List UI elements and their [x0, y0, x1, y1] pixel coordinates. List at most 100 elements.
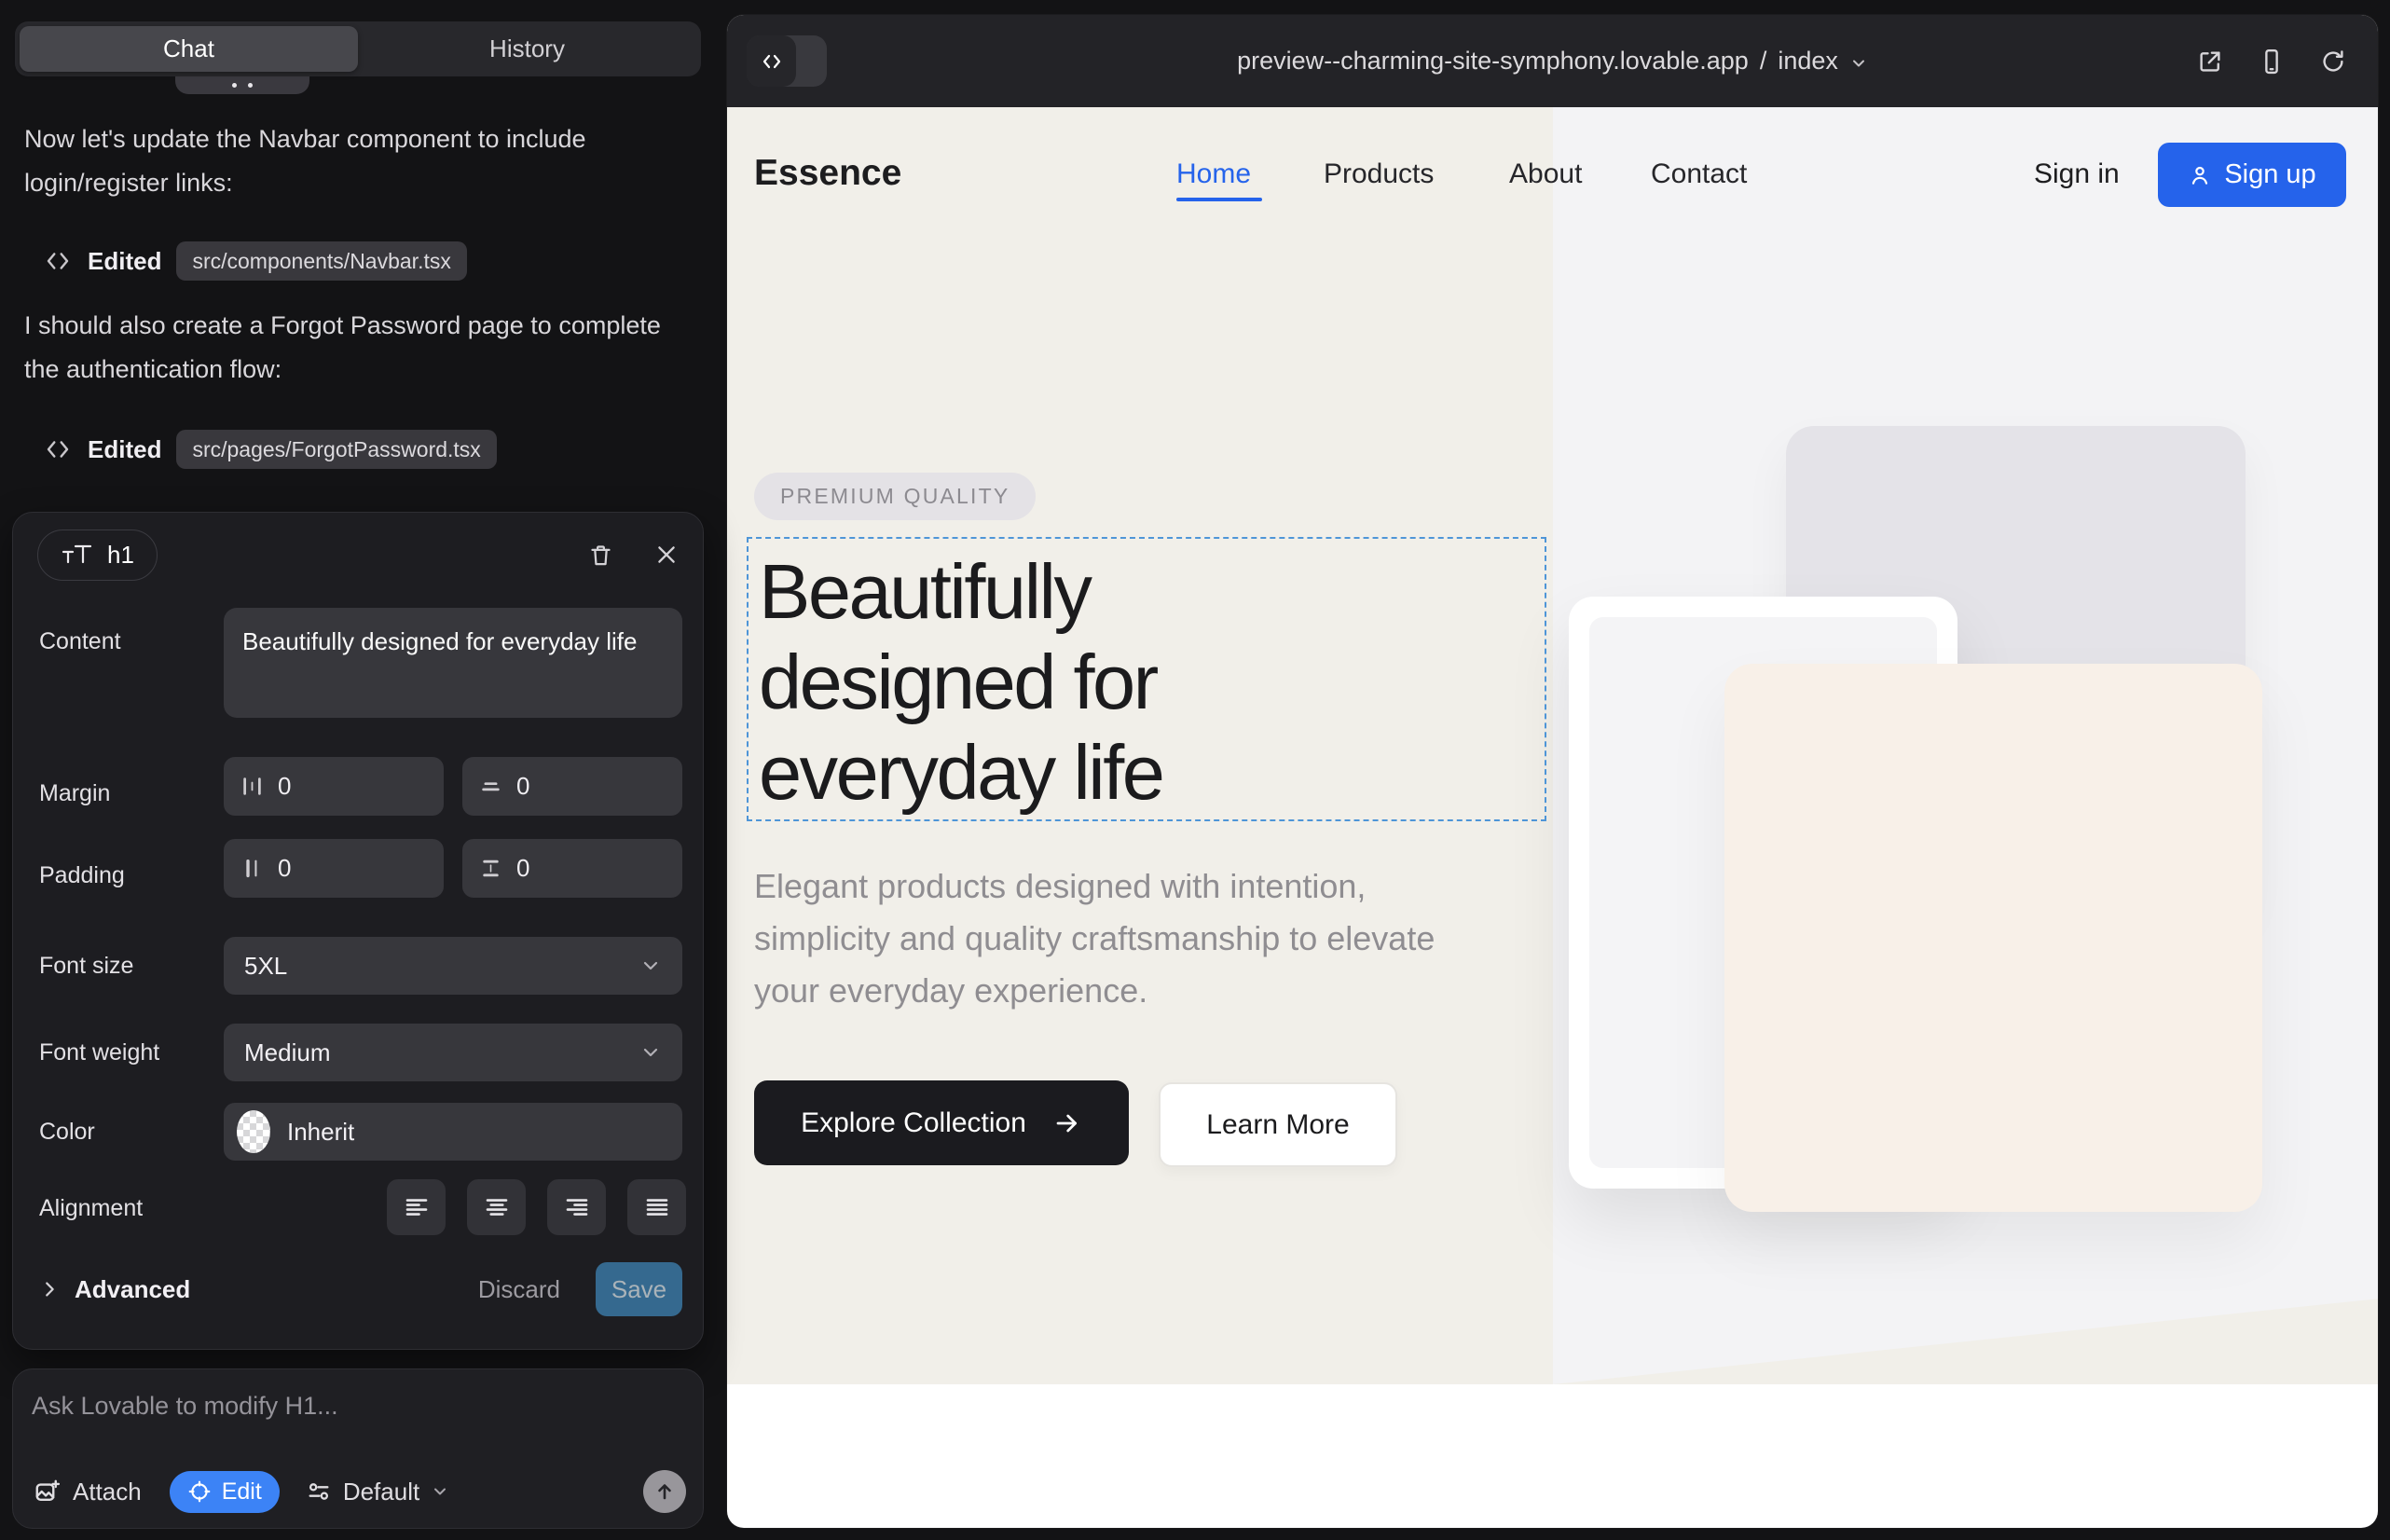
margin-vertical-value[interactable]: [516, 772, 656, 801]
padding-label: Padding: [39, 862, 125, 889]
element-tag-label: h1: [107, 541, 134, 570]
font-weight-value: Medium: [244, 1038, 330, 1067]
url-separator: /: [1760, 47, 1767, 76]
file-chip[interactable]: src/pages/ForgotPassword.tsx: [176, 430, 496, 469]
hero-heading-line: Beautifully: [759, 546, 1545, 637]
nav-link-products[interactable]: Products: [1324, 158, 1434, 190]
content-input[interactable]: Beautifully designed for everyday life: [224, 608, 682, 718]
edited-label: Edited: [88, 435, 161, 464]
advanced-label: Advanced: [75, 1275, 190, 1304]
tab-history[interactable]: History: [358, 26, 696, 72]
ellipsis-icon: [232, 83, 253, 88]
attach-button[interactable]: Attach: [34, 1478, 142, 1506]
arrow-up-icon: [653, 1480, 676, 1503]
edit-label: Edit: [222, 1478, 262, 1506]
chevron-down-icon: [1849, 54, 1868, 73]
selected-element-pill: h1: [37, 529, 158, 581]
chevron-right-icon: [39, 1279, 60, 1299]
decor-card-cream: [1724, 664, 2262, 1212]
external-link-icon[interactable]: [2196, 48, 2224, 76]
learn-more-button[interactable]: Learn More: [1159, 1082, 1397, 1167]
site-logo[interactable]: Essence: [754, 153, 901, 194]
transparency-swatch-icon: [237, 1110, 270, 1153]
edited-label: Edited: [88, 247, 161, 276]
color-select[interactable]: Inherit: [224, 1103, 682, 1161]
font-size-value: 5XL: [244, 952, 287, 981]
sidebar-tabbar: Chat History: [15, 21, 701, 76]
hero-heading-line: everyday life: [759, 727, 1545, 818]
mobile-preview-icon[interactable]: [2258, 48, 2286, 76]
font-size-label: Font size: [39, 953, 133, 980]
code-icon: [43, 247, 73, 275]
hero-badge: PREMIUM QUALITY: [754, 473, 1036, 520]
chevron-down-icon: [431, 1482, 449, 1501]
arrow-right-icon: [1052, 1108, 1082, 1138]
active-nav-underline: [1176, 198, 1262, 201]
discard-button[interactable]: Discard: [478, 1275, 560, 1304]
margin-horizontal-input[interactable]: [224, 757, 444, 816]
browser-topbar: preview--charming-site-symphony.lovable.…: [727, 15, 2378, 107]
padding-horizontal-value[interactable]: [278, 854, 418, 883]
align-right-button[interactable]: [547, 1179, 606, 1235]
nav-link-contact[interactable]: Contact: [1651, 158, 1747, 190]
browser-actions: [2196, 15, 2347, 107]
align-justify-button[interactable]: [627, 1179, 686, 1235]
save-button[interactable]: Save: [596, 1262, 682, 1316]
mode-label: Default: [343, 1478, 419, 1506]
padding-horizontal-input[interactable]: [224, 839, 444, 898]
padding-vertical-icon: [478, 856, 503, 881]
color-value: Inherit: [287, 1118, 354, 1147]
edit-mode-button[interactable]: Edit: [170, 1471, 280, 1513]
image-plus-icon: [34, 1478, 62, 1506]
composer-input[interactable]: [32, 1392, 675, 1444]
edited-file-row: Edited src/pages/ForgotPassword.tsx: [43, 428, 497, 471]
margin-horizontal-value[interactable]: [278, 772, 418, 801]
chevron-down-icon: [639, 955, 662, 977]
editor-header: h1: [37, 526, 679, 584]
font-size-select[interactable]: 5XL: [224, 937, 682, 995]
align-center-button[interactable]: [467, 1179, 526, 1235]
trash-icon[interactable]: [588, 542, 613, 569]
nav-link-home[interactable]: Home: [1176, 158, 1251, 190]
explore-collection-button[interactable]: Explore Collection: [754, 1080, 1129, 1165]
url-domain: preview--charming-site-symphony.lovable.…: [1237, 47, 1749, 76]
assistant-message: I should also create a Forgot Password p…: [24, 304, 688, 392]
hero-heading: Beautifully designed for everyday life: [749, 539, 1545, 818]
close-icon[interactable]: [654, 543, 679, 567]
sliders-icon: [306, 1478, 332, 1505]
type-icon: [61, 543, 94, 567]
margin-horizontal-icon: [240, 774, 265, 799]
editor-header-actions: [588, 542, 679, 569]
send-button[interactable]: [643, 1470, 686, 1513]
margin-vertical-input[interactable]: [462, 757, 682, 816]
url-bar[interactable]: preview--charming-site-symphony.lovable.…: [727, 15, 2378, 107]
padding-vertical-value[interactable]: [516, 854, 656, 883]
code-icon: [43, 435, 73, 463]
hero-heading-line: designed for: [759, 637, 1545, 727]
chat-composer: Attach Edit Default: [12, 1368, 704, 1529]
preview-browser-panel: preview--charming-site-symphony.lovable.…: [727, 15, 2378, 1528]
margin-vertical-icon: [478, 774, 503, 799]
user-icon: [2188, 163, 2212, 187]
mode-selector[interactable]: Default: [306, 1478, 449, 1506]
content-label: Content: [39, 628, 121, 655]
sign-up-button[interactable]: Sign up: [2158, 143, 2346, 207]
tab-chat[interactable]: Chat: [20, 26, 358, 72]
align-left-button[interactable]: [387, 1179, 446, 1235]
composer-toolbar: Attach Edit Default: [34, 1470, 686, 1513]
advanced-toggle[interactable]: Advanced: [39, 1275, 190, 1304]
chevron-down-icon: [639, 1041, 662, 1064]
site-hero-section: Essence Home Products About Contact Sign…: [727, 107, 2378, 1384]
sign-in-link[interactable]: Sign in: [2034, 158, 2120, 190]
nav-link-about[interactable]: About: [1509, 158, 1582, 190]
alignment-button-group: [387, 1179, 686, 1235]
element-editor-panel: h1 Content Beautifully designed for ever…: [12, 512, 704, 1350]
padding-horizontal-icon: [240, 856, 265, 881]
assistant-message: Now let's update the Navbar component to…: [24, 117, 688, 205]
refresh-icon[interactable]: [2319, 48, 2347, 76]
font-weight-select[interactable]: Medium: [224, 1024, 682, 1081]
padding-vertical-input[interactable]: [462, 839, 682, 898]
file-chip[interactable]: src/components/Navbar.tsx: [176, 241, 466, 281]
element-selection-outline[interactable]: Beautifully designed for everyday life: [747, 537, 1546, 821]
editor-footer: Advanced Discard Save: [39, 1262, 682, 1316]
